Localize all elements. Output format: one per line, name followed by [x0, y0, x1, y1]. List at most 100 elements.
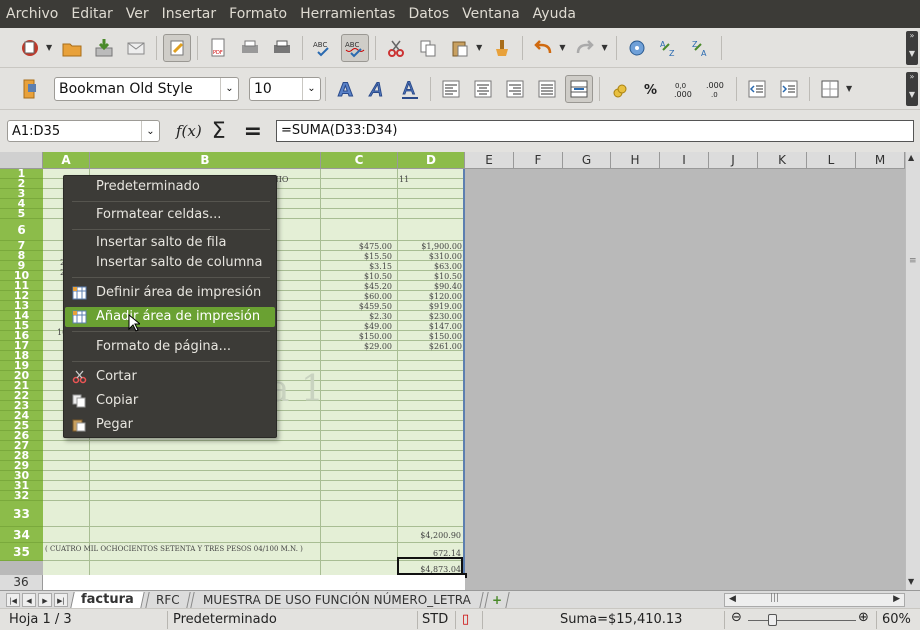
name-box[interactable]: A1:D35 ⌄ [7, 120, 160, 142]
row-header-25[interactable]: 25 [0, 421, 43, 431]
pdf-icon[interactable]: PDF [204, 34, 232, 62]
edit-file-icon[interactable] [163, 33, 192, 62]
status-selection-mode[interactable]: STD [422, 612, 448, 627]
row-header-3[interactable]: 3 [0, 189, 43, 199]
menu-ayuda[interactable]: Ayuda [533, 6, 576, 22]
zoom-out-icon[interactable]: ⊖ [731, 610, 742, 625]
sheet-tab-rfc[interactable]: RFC [145, 591, 191, 608]
row-header-8[interactable]: 8 [0, 251, 43, 261]
row-header-12[interactable]: 12 [0, 291, 43, 301]
menu-item-copiar[interactable]: Copiar [65, 391, 275, 411]
zoom-in-icon[interactable]: ⊕ [858, 610, 869, 625]
menu-item-predeterminado[interactable]: Predeterminado [65, 177, 275, 197]
align-right-icon[interactable] [501, 75, 529, 103]
menu-item-insertar-salto-fila[interactable]: Insertar salto de fila [65, 233, 275, 253]
status-zoom[interactable]: 60% [882, 612, 911, 627]
new-icon[interactable] [16, 34, 44, 62]
row-header-32[interactable]: 32 [0, 491, 43, 501]
row-header-28[interactable]: 28 [0, 451, 43, 461]
column-header-d[interactable]: D [398, 152, 465, 169]
horizontal-scrollbar[interactable]: ◀ ||| ▶ [724, 593, 905, 607]
align-center-icon[interactable] [469, 75, 497, 103]
menu-herramientas[interactable]: Herramientas [300, 6, 395, 22]
menu-item-insertar-salto-columna[interactable]: Insertar salto de columna [65, 253, 275, 273]
row-header-9[interactable]: 9 [0, 261, 43, 271]
row-header-20[interactable]: 20 [0, 371, 43, 381]
next-sheet-icon[interactable]: ▶ [38, 592, 52, 607]
column-header-c[interactable]: C [321, 152, 398, 169]
sheet-tab-factura[interactable]: factura [70, 591, 145, 608]
row-header-18[interactable]: 18 [0, 351, 43, 361]
menu-item-cortar[interactable]: Cortar [65, 367, 275, 387]
column-header-b[interactable]: B [90, 152, 321, 169]
chevron-down-icon[interactable]: ⌄ [302, 77, 320, 100]
row-header-21[interactable]: 21 [0, 381, 43, 391]
scroll-right-icon[interactable]: ▶ [893, 594, 900, 604]
borders-dropdown-icon[interactable]: ▼ [846, 84, 852, 93]
align-left-icon[interactable] [437, 75, 465, 103]
toolbar-overflow-icon[interactable]: » ▼ [906, 72, 918, 106]
row-header-19[interactable]: 19 [0, 361, 43, 371]
row-header-14[interactable]: 14 [0, 311, 43, 321]
print-icon[interactable] [236, 34, 264, 62]
row-header-7[interactable]: 7 [0, 241, 43, 251]
equals-icon[interactable]: = [244, 119, 262, 144]
undo-icon[interactable] [529, 34, 557, 62]
row-header-11[interactable]: 11 [0, 281, 43, 291]
column-header-g[interactable]: G [563, 152, 611, 169]
menu-insertar[interactable]: Insertar [162, 6, 217, 22]
menu-item-anadir-area-impresion[interactable]: Añadir área de impresión [65, 307, 275, 327]
menu-ver[interactable]: Ver [126, 6, 149, 22]
row-header-29[interactable]: 29 [0, 461, 43, 471]
row-header-22[interactable]: 22 [0, 391, 43, 401]
menu-archivo[interactable]: Archivo [6, 6, 58, 22]
sum-icon[interactable]: Σ [212, 119, 226, 144]
scroll-thumb[interactable]: ||| [770, 593, 779, 603]
add-sheet-icon[interactable]: + [484, 591, 510, 608]
row-header-4[interactable]: 4 [0, 199, 43, 209]
undo-dropdown-icon[interactable]: ▼ [559, 43, 565, 52]
clone-format-icon[interactable] [488, 34, 516, 62]
row-header-24[interactable]: 24 [0, 411, 43, 421]
row-header-26[interactable]: 26 [0, 431, 43, 441]
scroll-thumb[interactable]: ≡ [909, 256, 917, 266]
underline-icon[interactable]: A [396, 75, 424, 103]
email-icon[interactable] [122, 34, 150, 62]
first-sheet-icon[interactable]: |◀ [6, 592, 20, 607]
font-size-combo[interactable]: 10 ⌄ [249, 76, 321, 101]
row-header-17[interactable]: 17 [0, 341, 43, 351]
open-icon[interactable] [58, 34, 86, 62]
indent-increase-icon[interactable] [775, 75, 803, 103]
column-header-e[interactable]: E [465, 152, 514, 169]
row-header-5[interactable]: 5 [0, 209, 43, 219]
borders-icon[interactable] [816, 75, 844, 103]
column-header-m[interactable]: M [856, 152, 905, 169]
row-header-31[interactable]: 31 [0, 481, 43, 491]
merge-cells-icon[interactable] [565, 74, 593, 103]
select-all-corner[interactable] [0, 152, 43, 169]
row-header-10[interactable]: 10 [0, 271, 43, 281]
row-header-15[interactable]: 15 [0, 321, 43, 331]
column-header-k[interactable]: K [758, 152, 807, 169]
scroll-down-icon[interactable]: ▼ [908, 577, 914, 586]
row-header-30[interactable]: 30 [0, 471, 43, 481]
row-header-6[interactable]: 6 [0, 219, 43, 241]
function-wizard-icon[interactable]: f(x) [176, 122, 202, 140]
formula-input[interactable]: =SUMA(D33:D34) [276, 120, 914, 142]
column-header-i[interactable]: I [660, 152, 709, 169]
print-direct-icon[interactable] [268, 34, 296, 62]
currency-icon[interactable] [606, 75, 634, 103]
percent-icon[interactable]: % [638, 75, 666, 103]
column-header-j[interactable]: J [709, 152, 758, 169]
add-decimal-icon[interactable]: .000 0,0 [670, 75, 698, 103]
toolbar-overflow-icon[interactable]: » ▼ [906, 31, 918, 65]
last-sheet-icon[interactable]: ▶| [54, 592, 68, 607]
save-icon[interactable] [90, 34, 118, 62]
menu-datos[interactable]: Datos [408, 6, 449, 22]
zoom-slider-thumb[interactable] [768, 614, 777, 626]
vertical-scrollbar[interactable]: ▲ ≡ ▼ [905, 152, 920, 590]
copy-icon[interactable] [414, 34, 442, 62]
column-header-l[interactable]: L [807, 152, 856, 169]
chevron-down-icon[interactable]: ⌄ [220, 77, 238, 100]
row-header-16[interactable]: 16 [0, 331, 43, 341]
